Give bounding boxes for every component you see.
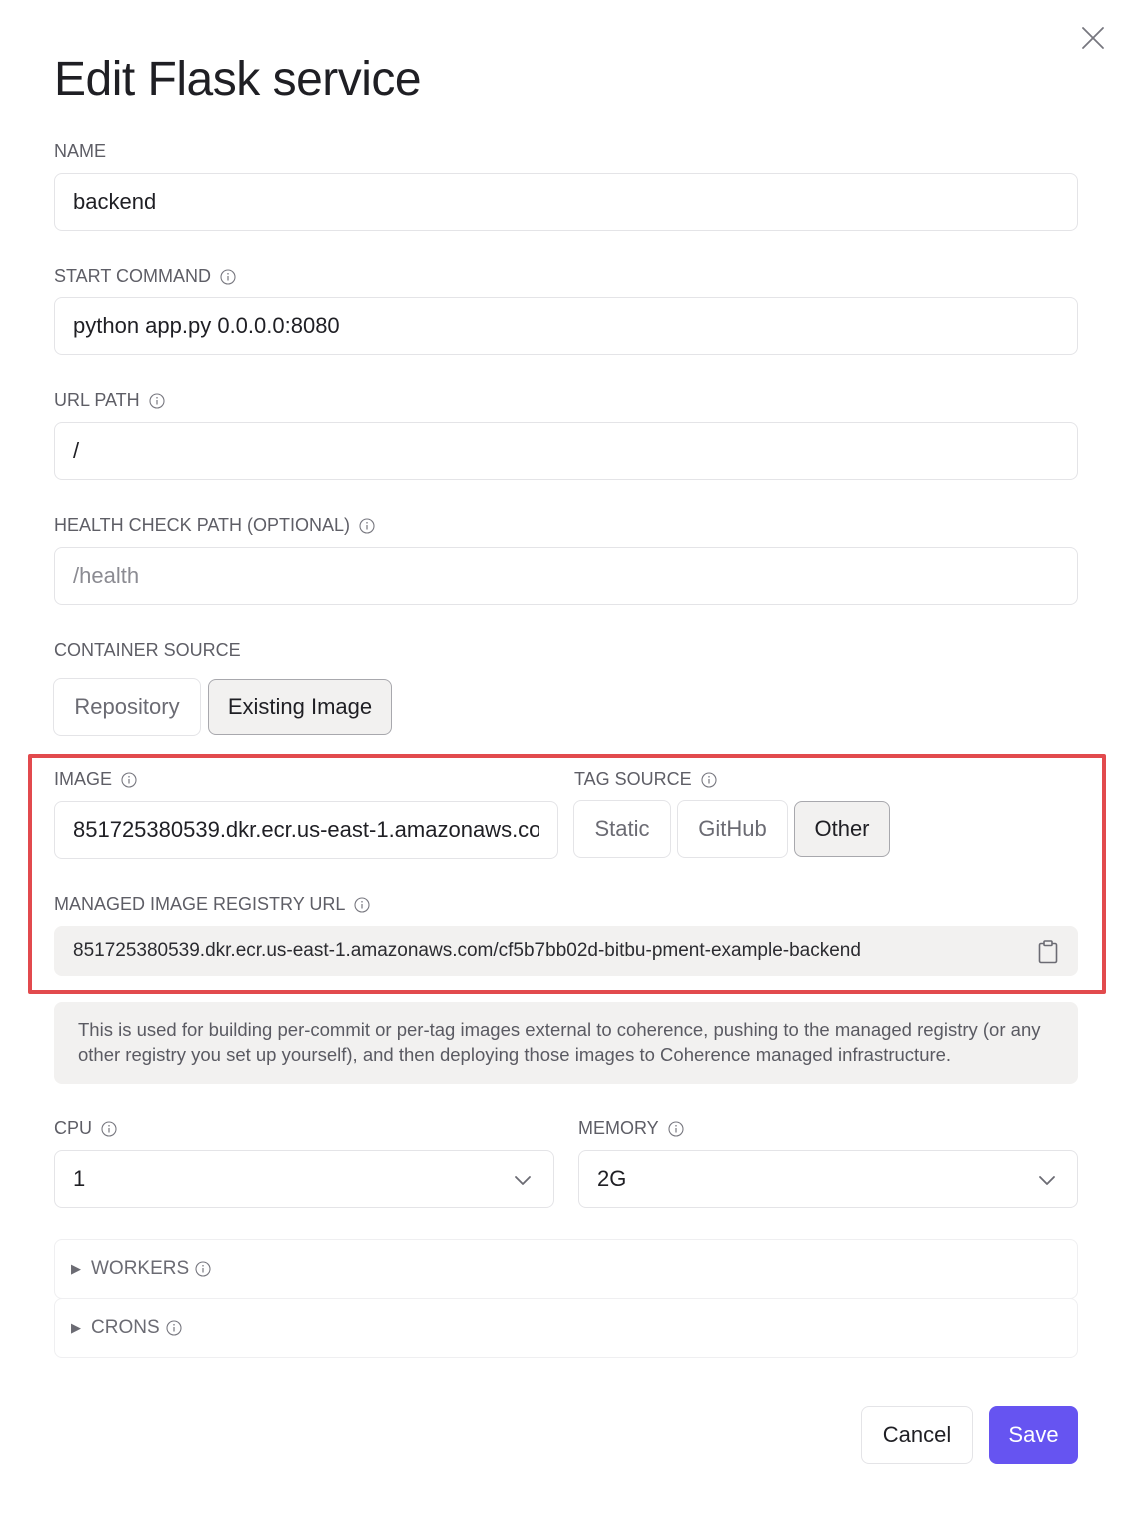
info-icon[interactable] <box>354 896 370 913</box>
workers-section-toggle[interactable]: ▶ WORKERS <box>54 1239 1078 1299</box>
health-check-label-text: HEALTH CHECK PATH (OPTIONAL) <box>54 515 351 535</box>
other-label: Other <box>814 816 870 841</box>
memory-selected-value: 2G <box>597 1166 627 1191</box>
crons-section-toggle[interactable]: ▶ CRONS <box>54 1298 1078 1358</box>
chevron-down-icon <box>515 1176 531 1185</box>
info-icon[interactable] <box>121 771 137 788</box>
info-icon[interactable] <box>166 1320 182 1336</box>
image-input[interactable] <box>73 817 539 843</box>
info-icon[interactable] <box>149 392 165 409</box>
info-icon[interactable] <box>701 771 717 788</box>
container-source-label: CONTAINER SOURCE <box>54 640 241 661</box>
cancel-button[interactable]: Cancel <box>861 1406 973 1464</box>
name-input[interactable] <box>73 189 1059 215</box>
close-button[interactable] <box>1079 24 1107 52</box>
managed-registry-url-value: 851725380539.dkr.ecr.us-east-1.amazonaws… <box>73 940 861 961</box>
caret-right-icon: ▶ <box>71 1320 81 1335</box>
name-label-text: NAME <box>54 141 107 161</box>
edit-service-dialog: Edit Flask service NAME START COMMAND UR… <box>0 0 1138 1514</box>
memory-select[interactable]: 2G <box>578 1150 1078 1208</box>
name-field[interactable] <box>54 173 1078 231</box>
start-command-label-text: START COMMAND <box>54 266 212 286</box>
start-command-label: START COMMAND <box>54 266 236 287</box>
crons-label: CRONS <box>91 1317 160 1338</box>
dialog-title: Edit Flask service <box>54 53 422 106</box>
chevron-down-icon <box>1039 1176 1055 1185</box>
container-source-existing-image-button[interactable]: Existing Image <box>208 679 392 735</box>
repository-label: Repository <box>74 694 180 719</box>
health-check-label: HEALTH CHECK PATH (OPTIONAL) <box>54 515 375 536</box>
name-label: NAME <box>54 141 106 162</box>
static-label: Static <box>594 816 650 841</box>
url-path-input[interactable] <box>73 438 1059 464</box>
existing-image-label: Existing Image <box>227 694 373 719</box>
help-text-box: This is used for building per-commit or … <box>54 1002 1078 1084</box>
health-check-field[interactable] <box>54 547 1078 605</box>
health-check-input[interactable] <box>73 563 1059 589</box>
tag-source-github-button[interactable]: GitHub <box>677 800 788 858</box>
image-label: IMAGE <box>54 769 137 790</box>
workers-label: WORKERS <box>91 1258 190 1279</box>
managed-registry-label-text: MANAGED IMAGE REGISTRY URL <box>54 894 346 914</box>
info-icon[interactable] <box>220 268 236 285</box>
managed-registry-url-field: 851725380539.dkr.ecr.us-east-1.amazonaws… <box>54 926 1078 976</box>
memory-label-text: MEMORY <box>578 1118 659 1138</box>
caret-right-icon: ▶ <box>71 1261 81 1276</box>
cpu-select[interactable]: 1 <box>54 1150 554 1208</box>
tag-source-other-button[interactable]: Other <box>794 801 890 857</box>
memory-label: MEMORY <box>578 1118 684 1139</box>
managed-registry-label: MANAGED IMAGE REGISTRY URL <box>54 894 370 915</box>
start-command-field[interactable] <box>54 297 1078 355</box>
info-icon[interactable] <box>668 1120 684 1137</box>
image-label-text: IMAGE <box>54 769 113 789</box>
info-icon[interactable] <box>359 517 375 534</box>
url-path-label: URL PATH <box>54 390 165 411</box>
container-source-label-text: CONTAINER SOURCE <box>54 640 241 660</box>
tag-source-label-text: TAG SOURCE <box>574 769 692 789</box>
save-button[interactable]: Save <box>989 1406 1078 1464</box>
url-path-field[interactable] <box>54 422 1078 480</box>
cpu-label: CPU <box>54 1118 117 1139</box>
tag-source-static-button[interactable]: Static <box>573 800 671 858</box>
close-icon <box>1082 27 1104 49</box>
url-path-label-text: URL PATH <box>54 390 140 410</box>
cpu-selected-value: 1 <box>73 1166 86 1191</box>
cpu-label-text: CPU <box>54 1118 93 1138</box>
info-icon[interactable] <box>101 1120 117 1137</box>
help-text: This is used for building per-commit or … <box>78 1019 1041 1065</box>
copy-button[interactable] <box>1036 939 1060 965</box>
clipboard-icon <box>1038 940 1058 964</box>
container-source-repository-button[interactable]: Repository <box>53 678 201 736</box>
github-label: GitHub <box>698 816 767 841</box>
start-command-input[interactable] <box>73 313 1059 339</box>
image-field[interactable] <box>54 801 558 859</box>
tag-source-label: TAG SOURCE <box>574 769 717 790</box>
info-icon[interactable] <box>195 1261 211 1277</box>
